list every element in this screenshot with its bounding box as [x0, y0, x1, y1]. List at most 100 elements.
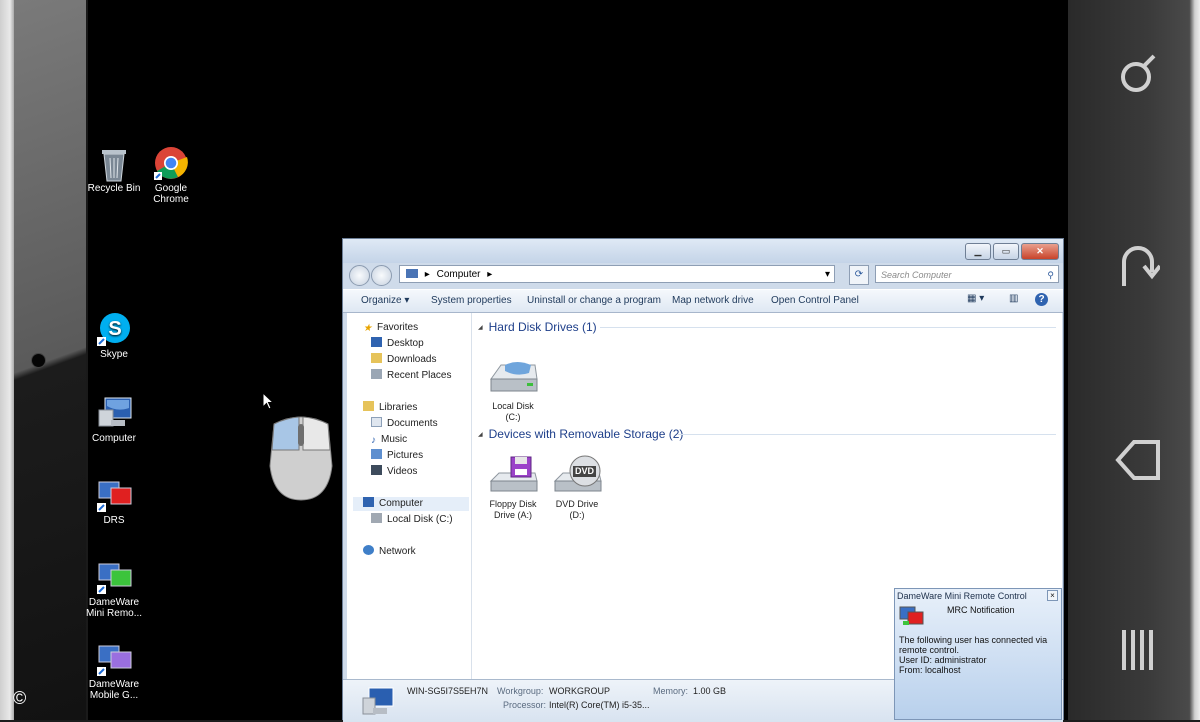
address-path[interactable]: Computer	[437, 269, 481, 280]
tablet-bezel-left	[0, 0, 88, 720]
dameware-mobile-icon	[97, 642, 132, 676]
drive-c-label: Local Disk (C:)	[492, 401, 534, 422]
drive-floppy-a[interactable]: Floppy Disk Drive (A:)	[478, 455, 548, 521]
nav-pictures-label: Pictures	[387, 450, 424, 461]
details-processor-label: Processor:	[503, 700, 547, 710]
search-icon: ⚲	[1047, 270, 1054, 280]
explorer-titlebar[interactable]	[343, 239, 1063, 263]
group-removable-storage[interactable]: Devices with Removable Storage (2)	[478, 427, 684, 441]
star-icon: ★	[363, 323, 372, 334]
nav-videos[interactable]: Videos	[371, 465, 417, 479]
nav-desktop[interactable]: Desktop	[371, 337, 424, 351]
group-hard-disk-drives[interactable]: Hard Disk Drives (1)	[478, 320, 597, 334]
virtual-mouse-icon[interactable]	[266, 414, 336, 502]
close-button[interactable]: ✕	[1021, 243, 1059, 260]
chrome-label: Google Chrome	[153, 183, 189, 205]
nav-local-disk-label: Local Disk (C:)	[387, 514, 453, 525]
dameware-mini-icon	[97, 560, 132, 594]
system-properties-button[interactable]: System properties	[431, 295, 512, 306]
bezel-shade	[14, 0, 86, 720]
view-options-icon[interactable]: ▦ ▾	[967, 293, 984, 304]
details-computer-icon	[361, 686, 395, 718]
forward-nav-button[interactable]	[371, 265, 392, 286]
nav-network[interactable]: Network	[363, 545, 416, 559]
details-workgroup-label: Workgroup:	[497, 686, 544, 696]
preview-pane-icon[interactable]: ▥	[1009, 293, 1018, 304]
nav-computer-label: Computer	[379, 498, 423, 509]
desktop-icon-computer[interactable]: Computer	[79, 396, 149, 444]
downloads-folder-icon	[371, 353, 382, 363]
notification-line-3: User ID: administrator	[899, 655, 987, 665]
nav-music-label: Music	[381, 434, 408, 445]
minimize-button[interactable]: ▁	[965, 243, 991, 260]
chrome-icon	[154, 146, 188, 180]
organize-button[interactable]: Organize ▾	[361, 295, 409, 306]
maximize-button[interactable]: ▭	[993, 243, 1019, 260]
nav-pictures[interactable]: Pictures	[371, 449, 423, 463]
details-processor-value: Intel(R) Core(TM) i5-35...	[549, 700, 650, 710]
back-nav-button[interactable]	[349, 265, 370, 286]
notification-heading: MRC Notification	[947, 605, 1015, 615]
nav-music[interactable]: ♪ Music	[371, 433, 407, 447]
nav-local-disk[interactable]: Local Disk (C:)	[371, 513, 453, 527]
nav-libraries[interactable]: Libraries	[363, 401, 417, 415]
address-separator-2: ▸	[487, 269, 493, 280]
nav-desktop-label: Desktop	[387, 338, 424, 349]
nav-network-label: Network	[379, 546, 416, 557]
recycle-bin-icon	[97, 146, 131, 182]
copyright-mark: ©	[13, 688, 27, 708]
undo-icon[interactable]	[1108, 234, 1168, 294]
refresh-icon[interactable]: ⟳	[849, 265, 869, 285]
map-network-drive-button[interactable]: Map network drive	[672, 295, 754, 306]
nav-favorites-label: Favorites	[376, 322, 419, 333]
drive-d-label: DVD Drive (D:)	[555, 499, 599, 520]
desktop-icon-skype[interactable]: S Skype	[79, 312, 149, 360]
local-disk-nav-icon	[371, 513, 382, 523]
camera-dot	[32, 354, 45, 367]
nav-downloads[interactable]: Downloads	[371, 353, 436, 367]
address-row: ▸ Computer ▸ ▾ ⟳ Search Computer ⚲	[343, 263, 1063, 287]
nav-computer[interactable]: Computer	[353, 497, 469, 511]
group-divider	[678, 434, 1056, 435]
drive-a-label: Floppy Disk Drive (A:)	[489, 499, 537, 520]
dameware-notification-icon	[899, 605, 925, 631]
nav-recent-places[interactable]: Recent Places	[371, 369, 451, 383]
mouse-pointer-icon	[262, 391, 275, 415]
notification-line-2: remote control.	[899, 645, 960, 655]
search-input[interactable]: Search Computer ⚲	[875, 265, 1059, 283]
dvd-badge: DVD	[573, 466, 597, 477]
address-dropdown-icon[interactable]: ▾	[825, 266, 830, 284]
drive-local-disk-c[interactable]: Local Disk (C:)	[478, 357, 548, 423]
notification-line-4: From: localhost	[899, 665, 961, 675]
desktop-icon-dameware-mobile[interactable]: DameWare Mobile G...	[79, 642, 149, 701]
nav-videos-label: Videos	[387, 466, 418, 477]
desktop-icon-dameware-mini[interactable]: DameWare Mini Remo...	[79, 560, 149, 619]
desktop-folder-icon	[371, 337, 382, 347]
address-bar[interactable]: ▸ Computer ▸ ▾	[399, 265, 835, 283]
help-icon[interactable]: ?	[1035, 293, 1048, 306]
notification-close-button[interactable]: ×	[1047, 590, 1058, 601]
details-memory-value: 1.00 GB	[693, 686, 727, 696]
desktop-icon-chrome[interactable]: Google Chrome	[136, 146, 206, 205]
computer-label: Computer	[92, 433, 136, 444]
computer-icon	[97, 396, 132, 430]
back-icon[interactable]	[1108, 430, 1168, 490]
address-separator-1: ▸	[424, 269, 430, 280]
desktop-icon-drs[interactable]: DRS	[79, 478, 149, 526]
nav-documents[interactable]: Documents	[371, 417, 438, 431]
skype-label: Skype	[100, 349, 128, 360]
search-icon[interactable]	[1108, 44, 1168, 104]
svg-text:S: S	[108, 318, 121, 340]
drive-dvd-d[interactable]: DVD DVD Drive (D:)	[542, 455, 612, 521]
skype-icon: S	[97, 312, 131, 346]
dameware-notification[interactable]: DameWare Mini Remote Control × MRC Notif…	[894, 588, 1062, 720]
drs-icon	[97, 478, 132, 512]
dvd-drive-icon: DVD	[551, 455, 603, 495]
open-control-panel-button[interactable]: Open Control Panel	[771, 295, 859, 306]
nav-favorites[interactable]: ★ Favorites	[363, 321, 418, 335]
music-icon: ♪	[371, 435, 376, 446]
menu-bars-icon[interactable]	[1108, 620, 1168, 680]
details-workgroup-value: WORKGROUP	[549, 686, 611, 696]
uninstall-program-button[interactable]: Uninstall or change a program	[527, 295, 661, 306]
computer-nav-icon	[363, 497, 374, 507]
